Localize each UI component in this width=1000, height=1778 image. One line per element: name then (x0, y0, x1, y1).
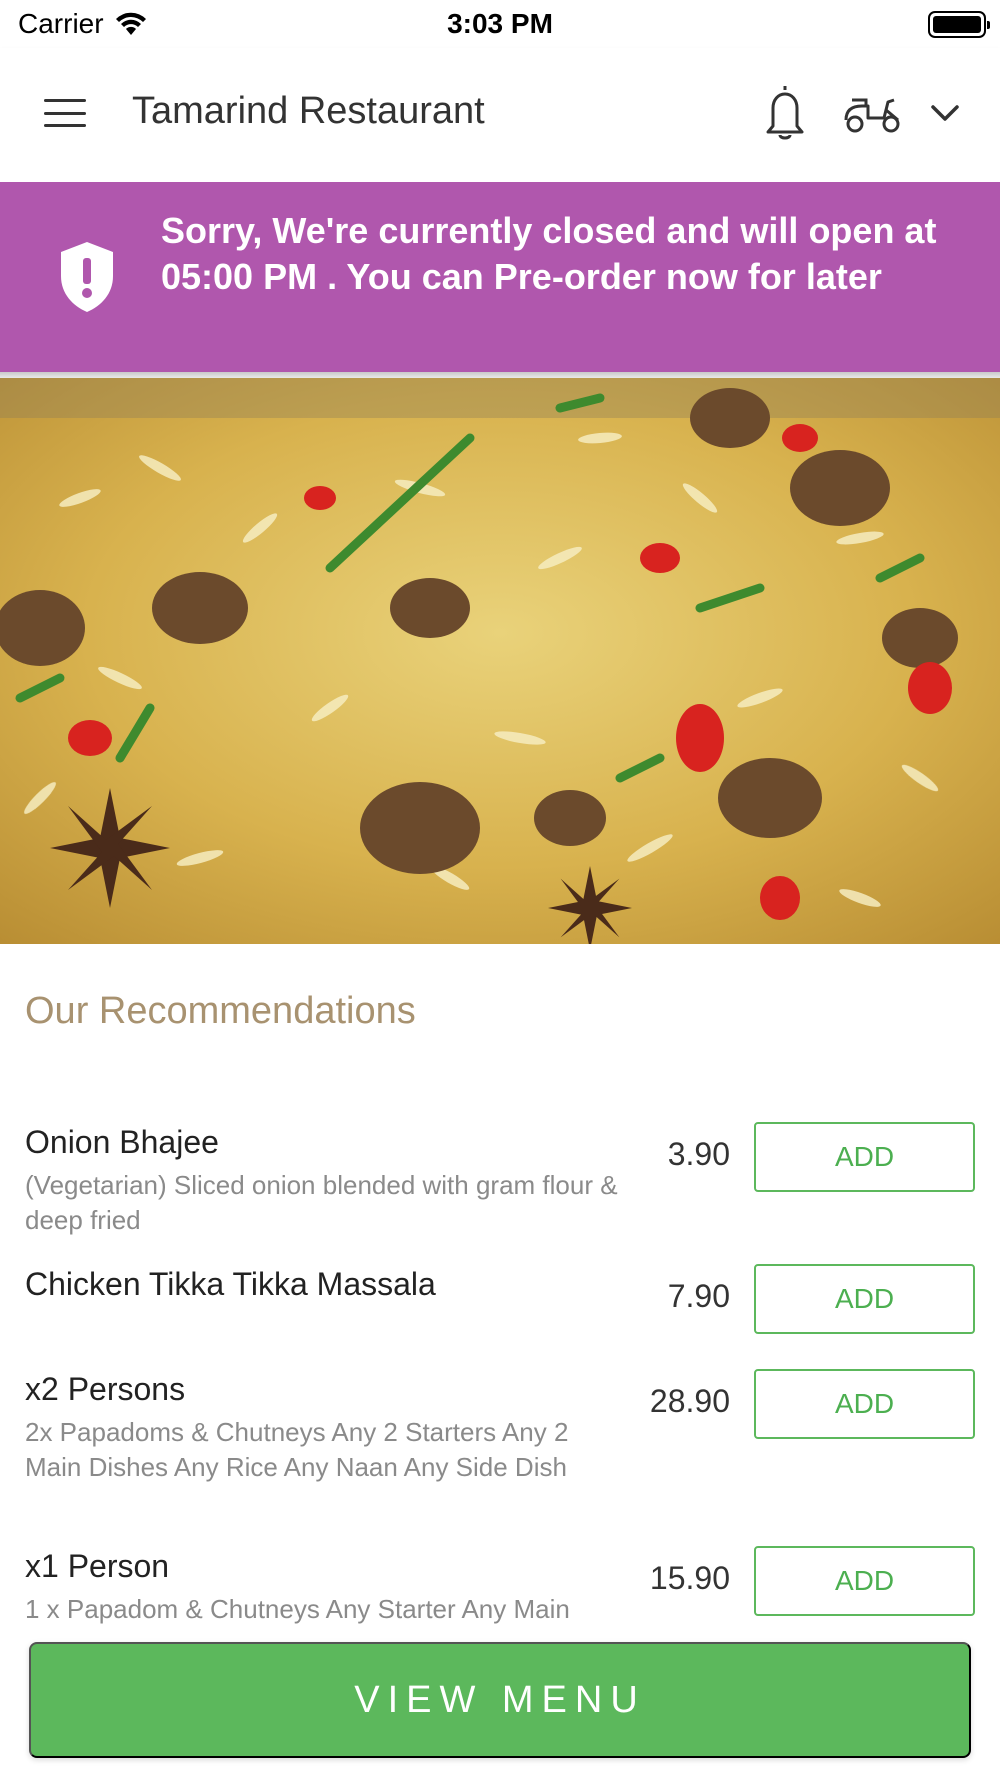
item-name: Chicken Tikka Tikka Massala (25, 1266, 436, 1302)
view-menu-button[interactable]: VIEW MENU (29, 1642, 971, 1758)
status-bar: Carrier 3:03 PM (0, 0, 1000, 48)
add-button-chicken-tikka[interactable]: ADD (754, 1264, 975, 1334)
scooter-icon[interactable] (842, 90, 904, 136)
chevron-down-icon[interactable] (928, 98, 962, 128)
item-price: 28.90 (649, 1383, 730, 1419)
item-description: (Vegetarian) Sliced onion blended with g… (25, 1170, 618, 1235)
item-name: x2 Persons (25, 1371, 186, 1407)
recommendations-title: Our Recommendations (25, 990, 416, 1032)
banner-message: Sorry, We're currently closed and will o… (161, 210, 937, 297)
bell-icon[interactable] (758, 82, 812, 142)
battery-fill (933, 16, 981, 33)
top-bar: Tamarind Restaurant (0, 48, 1000, 182)
carrier-name: Carrier (18, 8, 104, 39)
status-time: 3:03 PM (447, 8, 553, 39)
hero-food-image (0, 378, 1000, 944)
item-price: 3.90 (667, 1136, 730, 1172)
item-description: 2x Papadoms & Chutneys Any 2 Starters An… (25, 1417, 569, 1482)
item-price: 15.90 (649, 1560, 730, 1596)
shield-alert-icon (61, 242, 113, 312)
item-name: Onion Bhajee (25, 1124, 219, 1160)
item-price: 7.90 (667, 1278, 730, 1314)
wifi-icon (115, 12, 146, 35)
carrier-label: Carrier (18, 8, 148, 40)
item-description: 1 x Papadom & Chutneys Any Starter Any M… (25, 1594, 570, 1624)
item-name: x1 Person (25, 1548, 170, 1584)
add-button-onion-bhajee[interactable]: ADD (754, 1122, 975, 1192)
add-button-x1-person[interactable]: ADD (754, 1546, 975, 1616)
restaurant-title: Tamarind Restaurant (132, 90, 485, 132)
biryani-photo (0, 378, 1000, 944)
battery-icon (928, 11, 990, 38)
menu-icon[interactable] (42, 94, 88, 132)
add-button-x2-persons[interactable]: ADD (754, 1369, 975, 1439)
